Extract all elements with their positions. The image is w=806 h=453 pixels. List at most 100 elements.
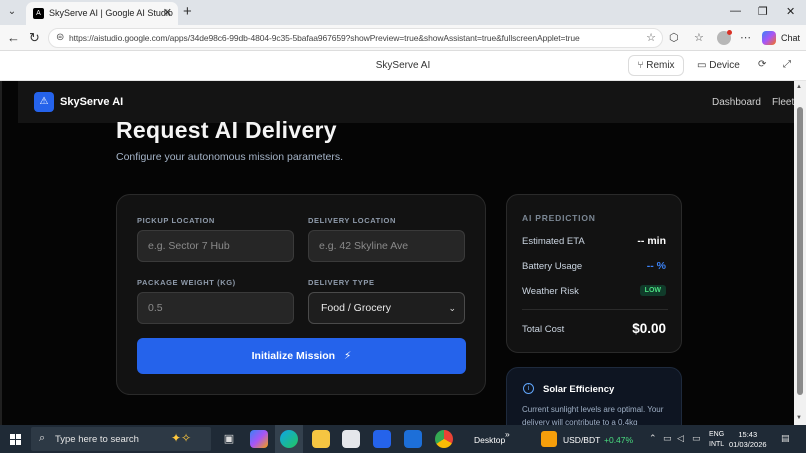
brand-logo-icon[interactable]: ⚠ [34, 92, 54, 112]
weather-risk-badge: LOW [639, 285, 666, 296]
back-icon[interactable]: ← [7, 30, 20, 45]
desktop-label[interactable]: Desktop [474, 435, 505, 445]
chat-label: Chat [781, 33, 801, 43]
notifications-icon[interactable]: ▤ [781, 433, 790, 444]
profile-avatar[interactable] [717, 30, 732, 45]
taskbar-search-input[interactable]: ⌕ Type here to search ✦✧ [31, 427, 211, 451]
remix-icon: ⑂ [637, 60, 644, 71]
address-bar-row: ← ↻ ⊜ https://aistudio.google.com/apps/3… [0, 25, 806, 51]
weight-input[interactable]: 0.5 [137, 292, 294, 324]
taskbar-search-placeholder: Type here to search [55, 434, 139, 445]
minimize-icon[interactable]: — [730, 5, 741, 17]
nav-fleet[interactable]: Fleet [772, 97, 794, 108]
chrome-icon[interactable] [435, 430, 453, 448]
store-icon[interactable] [342, 430, 360, 448]
network-icon[interactable]: ▭ [663, 433, 672, 444]
battery-label: Battery Usage [522, 261, 583, 272]
total-cost-value: $0.00 [632, 321, 666, 336]
system-clock[interactable]: 15:43 01/03/2026 [729, 430, 767, 450]
favorites-icon[interactable]: ☆ [694, 31, 704, 44]
more-options-icon[interactable]: ⋯ [740, 31, 751, 44]
eta-label: Estimated ETA [522, 236, 585, 247]
tab-close-icon[interactable]: ✕ [163, 6, 172, 19]
copilot-taskbar-icon[interactable] [250, 430, 268, 448]
pickup-input[interactable]: e.g. Sector 7 Hub [137, 230, 294, 262]
browser-tab[interactable]: A SkyServe AI | Google AI Studio ✕ [26, 2, 178, 25]
tray-expand-icon[interactable]: ⌃ [649, 433, 657, 444]
notification-dot-icon [727, 30, 732, 35]
language-layout: INTL [709, 441, 725, 448]
remix-button[interactable]: ⑂ Remix [628, 55, 684, 76]
outlook-icon[interactable] [404, 430, 422, 448]
weight-label: PACKAGE WEIGHT (KG) [137, 278, 236, 287]
restore-icon[interactable]: ❐ [758, 5, 768, 18]
extensions-icon[interactable]: ⬡ [669, 31, 679, 44]
page-subtitle: Configure your autonomous mission parame… [116, 151, 344, 163]
windows-start-icon[interactable] [10, 434, 21, 445]
mission-form-card: PICKUP LOCATION e.g. Sector 7 Hub DELIVE… [116, 194, 486, 395]
delivery-type-value: Food / Grocery [321, 302, 392, 314]
prediction-heading: AI PREDICTION [522, 213, 596, 223]
chevron-down-icon: ⌄ [448, 303, 456, 313]
info-icon: i [523, 383, 534, 394]
pickup-label: PICKUP LOCATION [137, 216, 215, 225]
language-indicator[interactable]: ENG INTL [709, 430, 724, 450]
page-title: Request AI Delivery [116, 117, 337, 143]
nav-dashboard[interactable]: Dashboard [712, 97, 761, 108]
brand-name[interactable]: SkyServe AI [60, 96, 123, 108]
browser-tab-strip: ⌄ A SkyServe AI | Google AI Studio ✕ + —… [0, 0, 806, 25]
device-label: Device [709, 60, 740, 71]
fullscreen-icon[interactable]: ⤢ [783, 59, 791, 70]
file-explorer-icon[interactable] [312, 430, 330, 448]
volume-icon[interactable]: ◁ [677, 433, 684, 444]
language-code: ENG [709, 431, 725, 438]
tab-favicon-icon: A [33, 8, 44, 19]
search-icon: ⌕ [39, 432, 46, 444]
ticker-label[interactable]: USD/BDT [563, 435, 600, 445]
reload-applet-icon[interactable]: ⟳ [758, 59, 766, 70]
copilot-chat-button[interactable]: Chat [762, 30, 802, 46]
delivery-input[interactable]: e.g. 42 Skyline Ave [308, 230, 465, 262]
chevron-right-icon[interactable]: » [505, 429, 510, 439]
copilot-icon [762, 31, 776, 45]
search-highlight-icon: ✦✧ [171, 431, 192, 445]
scroll-up-icon[interactable]: ▲ [796, 84, 802, 90]
delivery-type-label: DELIVERY TYPE [308, 278, 375, 287]
battery-icon[interactable]: ▭ [692, 433, 701, 444]
remix-label: Remix [646, 60, 675, 71]
site-info-icon[interactable]: ⊜ [56, 32, 64, 43]
ticker-change: +0.47% [604, 435, 634, 445]
device-button[interactable]: ▭ Device [697, 60, 740, 71]
word-icon[interactable] [373, 430, 391, 448]
initialize-mission-label: Initialize Mission [251, 350, 336, 362]
url-text: https://aistudio.google.com/apps/34de98c… [69, 33, 580, 43]
lightning-icon: ⚡ [343, 350, 352, 362]
clock-time: 15:43 [738, 430, 758, 439]
delivery-label: DELIVERY LOCATION [308, 216, 396, 225]
initialize-mission-button[interactable]: Initialize Mission ⚡ [137, 338, 466, 374]
window-close-icon[interactable]: ✕ [786, 5, 795, 18]
solar-title: Solar Efficiency [543, 384, 615, 395]
delivery-type-select[interactable]: Food / Grocery ⌄ [308, 292, 465, 324]
ai-prediction-card: AI PREDICTION Estimated ETA -- min Batte… [506, 194, 682, 353]
scrollbar[interactable]: ▲ ▼ [794, 81, 806, 425]
tab-menu-chevron-icon[interactable]: ⌄ [4, 4, 20, 20]
favorite-star-icon[interactable]: ☆ [646, 31, 656, 44]
ticker-icon [541, 431, 557, 447]
edge-browser-icon[interactable] [280, 430, 298, 448]
device-icon: ▭ [697, 60, 707, 71]
scrollbar-thumb[interactable] [797, 107, 803, 395]
divider [522, 309, 668, 310]
refresh-icon[interactable]: ↻ [29, 30, 40, 46]
url-input[interactable]: ⊜ https://aistudio.google.com/apps/34de9… [48, 28, 663, 48]
windows-taskbar: ⌕ Type here to search ✦✧ ▣ Desktop » USD… [0, 425, 806, 453]
total-cost-label: Total Cost [522, 324, 565, 335]
task-view-icon[interactable]: ▣ [220, 430, 238, 448]
battery-value: -- % [646, 260, 666, 272]
scroll-down-icon[interactable]: ▼ [796, 415, 802, 421]
weather-label: Weather Risk [522, 286, 579, 297]
eta-value: -- min [637, 235, 666, 247]
studio-header: SkyServe AI ⑂ Remix ▭ Device ⟳ ⤢ [0, 51, 806, 81]
solar-text: Current sunlight levels are optimal. You… [522, 405, 664, 425]
new-tab-icon[interactable]: + [183, 3, 192, 20]
